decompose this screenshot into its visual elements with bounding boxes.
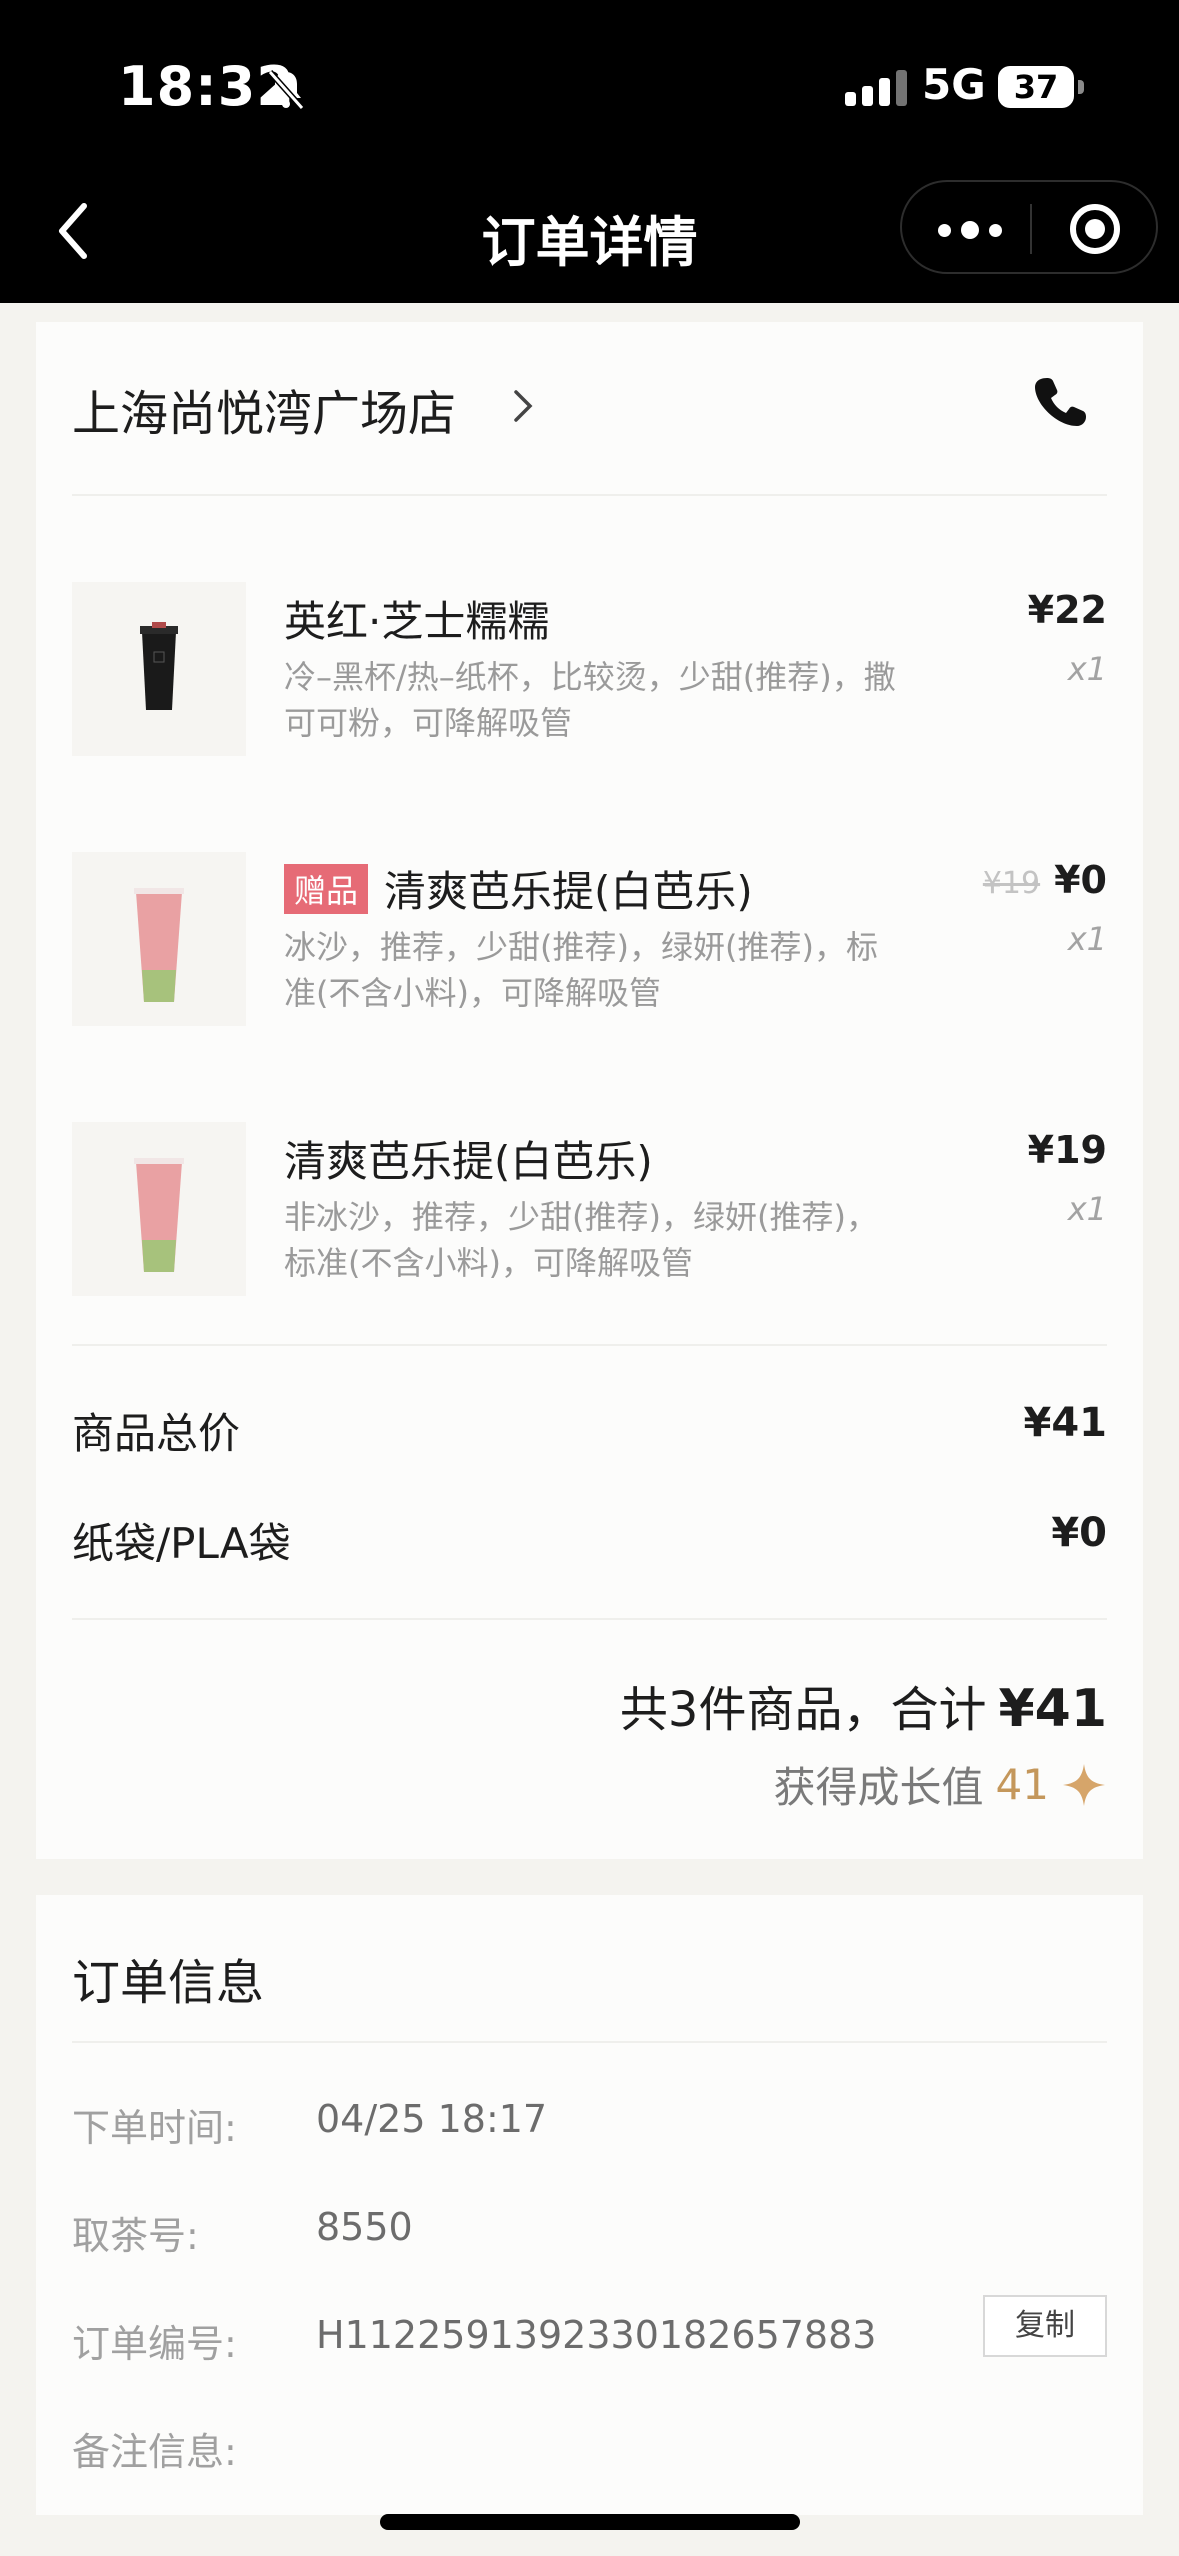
item-old-price: ¥19: [982, 866, 1041, 901]
more-icon[interactable]: [938, 221, 1002, 239]
product-image: [72, 582, 246, 756]
order-time-value: 04/25 18:17: [316, 2097, 548, 2141]
capsule-divider: [1030, 204, 1032, 254]
bag-label: 纸袋/PLA袋: [72, 1519, 291, 1568]
item-qty: x1: [1067, 650, 1107, 688]
product-image: [72, 852, 246, 1026]
divider: [72, 1618, 1107, 1620]
item-spec: 非冰沙，推荐，少甜(推荐)，绿妍(推荐)，标准(不含小料)，可降解吸管: [284, 1198, 878, 1282]
goods-total-label: 商品总价: [72, 1409, 241, 1458]
top-bar: 18:32 5G 37 订单详情: [0, 0, 1179, 303]
home-indicator[interactable]: [380, 2514, 800, 2530]
item-qty: x1: [1067, 920, 1107, 958]
pickup-value: 8550: [316, 2205, 413, 2249]
store-row[interactable]: 上海尚悦湾广场店: [72, 374, 1107, 484]
gift-badge: 赠品: [284, 864, 369, 914]
item-spec: 冷–黑杯/热–纸杯，比较烫，少甜(推荐)，撒可可粉，可降解吸管: [284, 658, 896, 742]
chevron-right-icon: [514, 390, 533, 422]
list-item: 清爽芭乐提(白芭乐) 非冰沙，推荐，少甜(推荐)，绿妍(推荐)，标准(不含小料)…: [72, 1122, 1107, 1298]
growth-points: 获得成长值 41: [774, 1754, 1107, 1815]
bag-value: ¥0: [1051, 1510, 1107, 1556]
goods-total-value: ¥41: [1023, 1400, 1108, 1446]
order-info-title: 订单信息: [72, 1955, 265, 2011]
growth-label: 获得成长值: [773, 1763, 984, 1812]
item-price: ¥19: [1027, 1128, 1107, 1172]
order-number-value: H1122591392330182657883: [316, 2313, 877, 2357]
divider: [72, 494, 1107, 496]
store-name[interactable]: 上海尚悦湾广场店: [72, 374, 456, 444]
item-name: 英红·芝士糯糯: [284, 597, 550, 646]
order-number-label: 订单编号:: [72, 2322, 237, 2366]
item-qty: x1: [1067, 1190, 1107, 1228]
note-label: 备注信息:: [72, 2430, 237, 2474]
item-price: ¥19 ¥0: [982, 858, 1107, 902]
order-time-label: 下单时间:: [72, 2106, 237, 2150]
copy-button[interactable]: 复制: [983, 2295, 1107, 2357]
close-target-icon[interactable]: [1070, 204, 1120, 254]
list-item: 赠品 清爽芭乐提(白芭乐) 冰沙，推荐，少甜(推荐)，绿妍(推荐)，标准(不含小料…: [72, 852, 1107, 1028]
network-type: 5G: [922, 60, 986, 109]
list-item: 英红·芝士糯糯 冷–黑杯/热–纸杯，比较烫，少甜(推荐)，撒可可粉，可降解吸管 …: [72, 582, 1107, 758]
phone-icon[interactable]: [1033, 374, 1087, 428]
divider: [72, 1344, 1107, 1346]
order-total-label: 共3件商品，合计: [619, 1682, 987, 1738]
item-price: ¥22: [1027, 588, 1107, 632]
pickup-label: 取茶号:: [72, 2214, 199, 2258]
order-info-card: 订单信息 下单时间: 04/25 18:17 取茶号: 8550 订单编号: H…: [36, 1895, 1143, 2515]
divider: [72, 2041, 1107, 2043]
growth-value: 41: [995, 1760, 1049, 1809]
product-image: [72, 1122, 246, 1296]
item-name: 清爽芭乐提(白芭乐): [284, 1137, 653, 1186]
order-card: 上海尚悦湾广场店 英红·芝士糯糯 冷–黑杯/热–纸杯，比较烫，少甜(推荐)，撒可…: [36, 322, 1143, 1859]
miniapp-capsule: [900, 180, 1158, 274]
bell-muted-icon: [267, 70, 305, 110]
order-total: 共3件商品，合计 ¥41: [620, 1670, 1107, 1740]
order-total-value: ¥41: [998, 1679, 1107, 1739]
item-spec: 冰沙，推荐，少甜(推荐)，绿妍(推荐)，标准(不含小料)，可降解吸管: [284, 928, 878, 1012]
sparkle-icon: [1063, 1763, 1105, 1806]
battery-icon: 37: [998, 66, 1084, 108]
signal-icon: [845, 66, 907, 106]
item-name: 赠品 清爽芭乐提(白芭乐): [284, 858, 753, 919]
